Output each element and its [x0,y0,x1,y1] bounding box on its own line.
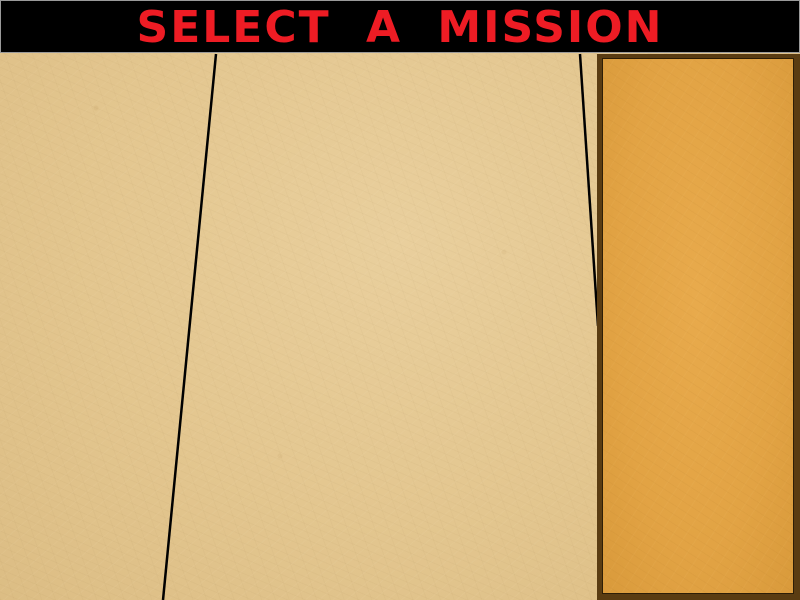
path-line-left [161,53,218,600]
mission-info-panel [597,54,800,600]
screen-title: SELECT A MISSION [136,1,664,53]
mission-select-screen: SELECT A MISSION [0,0,800,600]
path-line-right [578,53,600,327]
title-bar: SELECT A MISSION [0,0,800,53]
mission-info-panel-content [602,58,794,594]
